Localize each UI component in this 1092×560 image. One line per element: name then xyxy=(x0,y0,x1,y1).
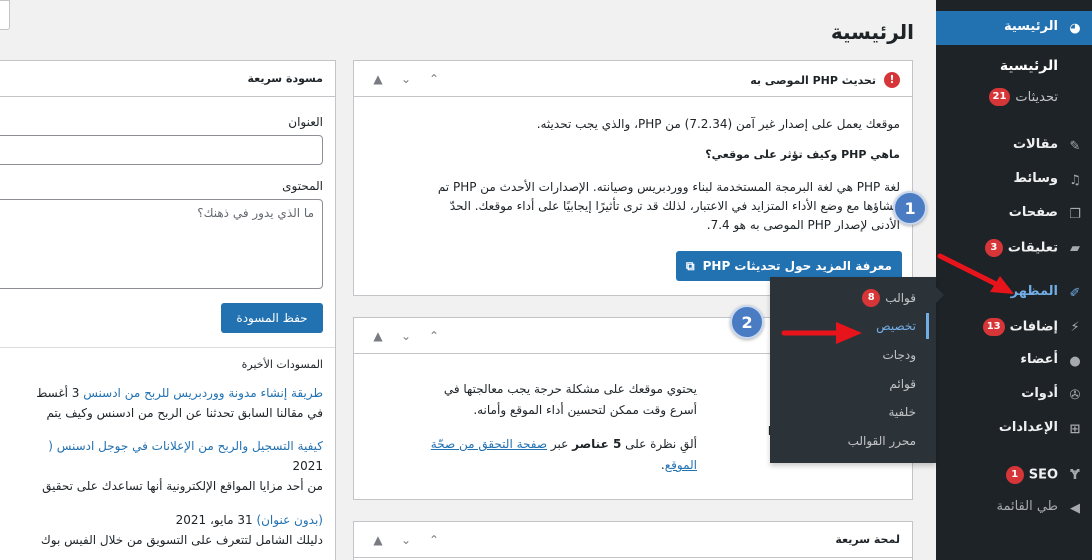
collapse-icon[interactable]: ⌃ xyxy=(420,326,448,346)
brush-icon: ✐ xyxy=(1069,285,1081,301)
collapse-icon[interactable]: ⌃ xyxy=(420,69,448,89)
updates-count-badge: 21 xyxy=(988,88,1011,106)
flyout-theme-editor[interactable]: محرر القوالب xyxy=(848,434,916,448)
pages-icon: ❐ xyxy=(1069,206,1081,222)
menu-settings[interactable]: ⊞ الإعدادات xyxy=(936,412,1092,446)
screen-options-tab[interactable] xyxy=(0,0,10,30)
flyout-background[interactable]: خلفية xyxy=(888,405,916,419)
draft-3-excerpt: دليلك الشامل لتتعرف على التسويق من خلال … xyxy=(40,533,323,547)
php-box-controls: ▲ ⌄ ⌃ xyxy=(364,69,448,89)
submenu-updates[interactable]: تحديثات 21 xyxy=(988,88,1058,106)
warning-icon: ! xyxy=(884,72,900,88)
glance-box-title: لمحة سريعة xyxy=(835,533,900,546)
menu-seo[interactable]: Ɏ SEO1 xyxy=(936,458,1092,492)
menu-collapse[interactable]: ◀ طي القائمة xyxy=(936,491,1092,525)
collapse-circle-icon: ◀ xyxy=(1070,500,1080,516)
site-health-link[interactable]: صفحة التحقق من صحّة xyxy=(431,437,547,451)
at-a-glance-box: لمحة سريعة ▲ ⌄ ⌃ xyxy=(353,521,913,560)
draft-1-excerpt: في مقالنا السابق تحدثنا عن الربح من ادسن… xyxy=(46,406,323,420)
quick-draft-header: مسودة سريعة xyxy=(0,61,335,97)
php-box-text-1: موقعك يعمل على إصدار غير آمن (7.2.34) من… xyxy=(536,117,900,131)
seo-count-badge: 1 xyxy=(1005,466,1024,484)
move-up-icon[interactable]: ▲ xyxy=(364,530,392,550)
menu-pages[interactable]: ❐ صفحات xyxy=(936,197,1092,231)
move-down-icon[interactable]: ⌄ xyxy=(392,530,420,550)
move-up-icon[interactable]: ▲ xyxy=(364,326,392,346)
menu-tools[interactable]: ✇ أدوات xyxy=(936,378,1092,412)
move-up-icon[interactable]: ▲ xyxy=(364,69,392,89)
page-title: الرئيسية xyxy=(830,20,914,44)
draft-title-input[interactable] xyxy=(0,135,323,165)
menu-dashboard[interactable]: ◕ الرئيسية xyxy=(936,11,1092,45)
health-text-1a: يحتوي موقعك على مشكلة حرجة يجب معالجتها … xyxy=(443,382,697,396)
flyout-menus[interactable]: قوائم xyxy=(889,377,916,391)
title-label: العنوان xyxy=(288,115,323,129)
menu-media[interactable]: ♫ وسائط xyxy=(936,163,1092,197)
php-box-text-2a: لغة PHP هي لغة البرمجة المستخدمة لبناء و… xyxy=(437,180,900,194)
plug-icon: ⚡ xyxy=(1070,319,1080,335)
annotation-1: 1 xyxy=(893,191,927,225)
appearance-flyout-menu: قوالب 8 تخصيص ودجات قوائم خلفية محرر الق… xyxy=(770,277,936,463)
settings-icon: ⊞ xyxy=(1069,421,1081,437)
draft-1: طريقة إنشاء مدونة ووردبريس للربح من ادسن… xyxy=(36,386,323,400)
move-down-icon[interactable]: ⌄ xyxy=(392,69,420,89)
plugins-count-badge: 13 xyxy=(982,318,1005,336)
php-box-header: ! تحديث PHP الموصى به ▲ ⌄ ⌃ xyxy=(354,61,912,97)
health-box-controls: ▲ ⌄ ⌃ xyxy=(364,326,448,346)
content-label: المحتوى xyxy=(282,179,323,193)
comment-icon: ▰ xyxy=(1070,240,1080,256)
pin-icon: ✎ xyxy=(1069,138,1081,154)
dashboard-icon: ◕ xyxy=(1069,20,1081,36)
user-icon: ● xyxy=(1069,353,1081,369)
quick-draft-title: مسودة سريعة xyxy=(247,72,323,85)
wrench-icon: ✇ xyxy=(1069,387,1081,403)
arrow-to-customize xyxy=(781,322,862,344)
quick-draft-box: مسودة سريعة العنوان المحتوى ما الذي يدور… xyxy=(0,60,336,560)
php-box-text-2b: إنشاؤها مع وضع الأداء المتزايد في الاعتب… xyxy=(449,199,900,213)
external-link-icon: ⧉ xyxy=(686,258,695,273)
flyout-current-indicator xyxy=(926,313,929,339)
glance-box-controls: ▲ ⌄ ⌃ xyxy=(364,530,448,550)
draft-3: (بدون عنوان) 31 مايو، 2021 xyxy=(175,513,323,527)
health-text-1b: أسرع وقت ممكن لتحسين أداء الموقع وأمانه. xyxy=(473,403,697,417)
save-draft-button[interactable]: حفظ المسودة xyxy=(221,303,323,333)
php-update-box: ! تحديث PHP الموصى به ▲ ⌄ ⌃ موقعك يعمل ع… xyxy=(353,60,913,296)
menu-users[interactable]: ● أعضاء xyxy=(936,344,1092,378)
collapse-icon[interactable]: ⌃ xyxy=(420,530,448,550)
menu-posts[interactable]: ✎ مقالات xyxy=(936,129,1092,163)
draft-2-link[interactable]: كيفية التسجيل والربح من الإعلانات في جوج… xyxy=(48,437,323,456)
draft-content-textarea[interactable]: ما الذي يدور في ذهنك؟ xyxy=(0,199,323,289)
php-box-title: ! تحديث PHP الموصى به xyxy=(750,72,900,88)
php-box-text-2c: الأدنى لإصدار PHP الموصى به هو 7.4. xyxy=(706,218,900,232)
site-health-link-cont[interactable]: الموقع xyxy=(665,458,697,472)
draft-1-link[interactable]: طريقة إنشاء مدونة ووردبريس للربح من ادسن… xyxy=(83,386,323,400)
menu-plugins[interactable]: ⚡ إضافات13 xyxy=(936,310,1092,344)
annotation-2: 2 xyxy=(730,305,764,339)
flyout-customize[interactable]: تخصيص xyxy=(876,319,916,333)
submenu-home[interactable]: الرئيسية xyxy=(1000,58,1058,74)
health-text-2a: ألقِ نظرة على 5 عناصر عبر صفحة التحقق من… xyxy=(430,437,697,451)
yoast-icon: Ɏ xyxy=(1070,467,1080,483)
flyout-widgets[interactable]: ودجات xyxy=(882,348,916,362)
draft-3-link[interactable]: (بدون عنوان) xyxy=(256,513,323,527)
themes-count-badge: 8 xyxy=(862,289,881,307)
draft-2-year: 2021 xyxy=(292,459,323,473)
recent-drafts-heading: المسودات الأخيرة xyxy=(241,358,323,371)
draft-2-excerpt: من أحد مزايا المواقع الإلكترونية أنها تس… xyxy=(42,479,323,493)
move-down-icon[interactable]: ⌄ xyxy=(392,326,420,346)
php-box-question: ماهي PHP وكيف تؤثر على موقعي؟ xyxy=(705,148,900,161)
glance-box-header: لمحة سريعة ▲ ⌄ ⌃ xyxy=(354,522,912,558)
arrow-to-appearance xyxy=(937,253,1014,294)
flyout-themes[interactable]: قوالب 8 xyxy=(862,289,916,307)
media-icon: ♫ xyxy=(1069,172,1081,188)
health-text-2b: الموقع. xyxy=(660,458,697,472)
